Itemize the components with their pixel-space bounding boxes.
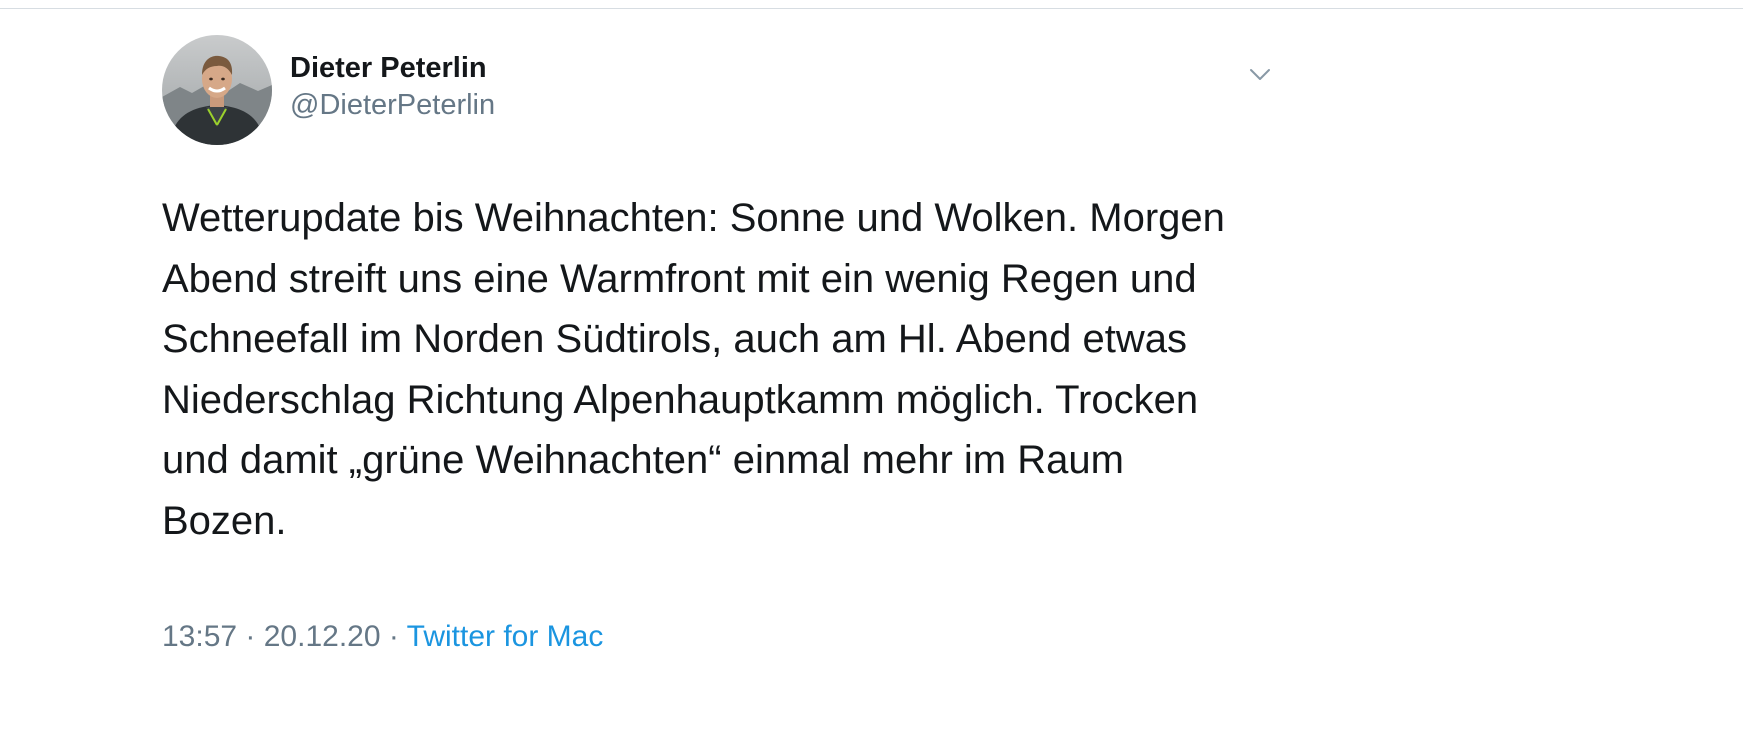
chevron-down-icon[interactable] [1246, 64, 1274, 86]
tweet-text: Wetterupdate bis Weihnachten: Sonne und … [162, 196, 1225, 543]
meta-separator: · [237, 620, 264, 653]
avatar-photo [162, 35, 272, 145]
tweet-meta: 13:57 · 20.12.20 · Twitter for Mac [162, 620, 603, 654]
author-handle[interactable]: @DieterPeterlin [290, 89, 495, 122]
tweet-date[interactable]: 20.12.20 [264, 620, 381, 653]
avatar[interactable] [162, 35, 272, 145]
meta-separator: · [380, 620, 407, 653]
tweet-source-link[interactable]: Twitter for Mac [407, 620, 604, 653]
tweet-time[interactable]: 13:57 [162, 620, 237, 653]
author-name[interactable]: Dieter Peterlin [290, 52, 487, 85]
tweet-card: Dieter Peterlin @DieterPeterlin Wetterup… [0, 0, 1743, 753]
